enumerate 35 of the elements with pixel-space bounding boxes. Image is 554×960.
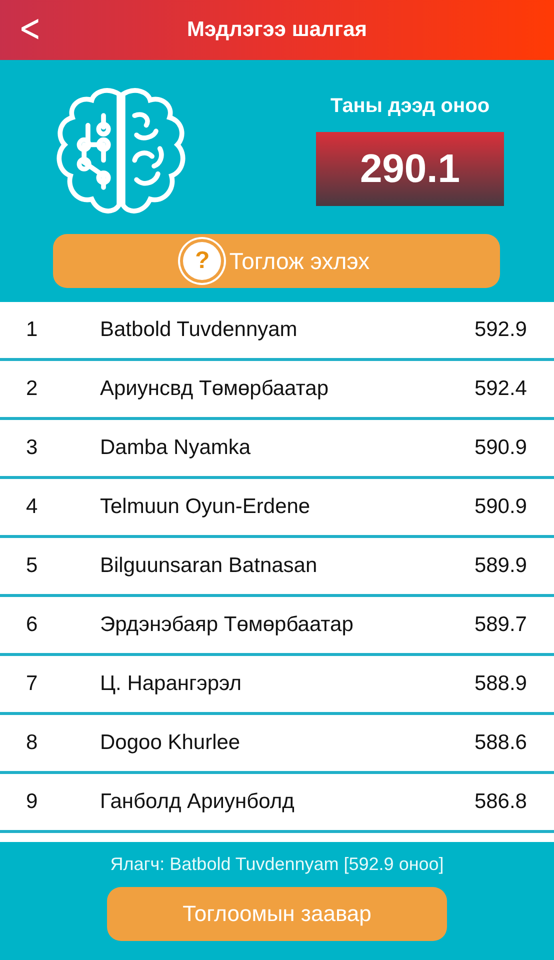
player-score: 590.9 xyxy=(474,495,527,519)
rank-number: 3 xyxy=(26,436,39,460)
player-name: Batbold Tuvdennyam xyxy=(100,318,298,342)
player-name: Dogoo Khurlee xyxy=(100,731,242,755)
instructions-button[interactable]: Тоглоомын заавар xyxy=(107,887,447,941)
screen-title: Мэдлэгээ шалгая xyxy=(186,18,368,42)
rank-number: 2 xyxy=(26,377,39,401)
player-name: Эрдэнэбаяр Төмөрбаатар xyxy=(100,613,354,637)
player-score: 592.9 xyxy=(474,318,527,342)
rank-number: 6 xyxy=(26,613,39,637)
player-name: Damba Nyamka xyxy=(100,436,252,460)
player-score: 590.9 xyxy=(474,436,527,460)
rank-number: 5 xyxy=(26,554,39,578)
player-name: Telmuun Oyun-Erdene xyxy=(100,495,312,519)
rank-number: 1 xyxy=(26,318,39,342)
player-score: 589.9 xyxy=(474,554,527,578)
player-name: Ариунсвд Төмөрбаатар xyxy=(100,377,330,401)
best-score-label: Таны дээд оноо xyxy=(330,95,490,118)
start-button[interactable]: ? Тоглож эхлэх xyxy=(53,234,500,288)
best-score: 290.1 xyxy=(316,132,504,206)
rank-number: 9 xyxy=(26,790,39,814)
rank-number: 7 xyxy=(26,672,39,696)
player-score: 586.8 xyxy=(474,790,527,814)
player-name: Ганболд Ариунболд xyxy=(100,790,296,814)
question-icon: ? xyxy=(183,242,222,280)
player-name: Ц. Нарангэрэл xyxy=(100,672,243,696)
player-score: 592.4 xyxy=(474,377,527,401)
player-score: 588.6 xyxy=(474,731,527,755)
rank-number: 8 xyxy=(26,731,39,755)
winner-text: Ялагч: Batbold Tuvdennyam [592.9 оноо] xyxy=(110,854,444,875)
rank-number: 4 xyxy=(26,495,39,519)
player-name: Bilguunsaran Batnasan xyxy=(100,554,318,578)
player-score: 589.7 xyxy=(474,613,527,637)
back-button[interactable]: < xyxy=(14,8,46,48)
player-score: 588.9 xyxy=(474,672,527,696)
